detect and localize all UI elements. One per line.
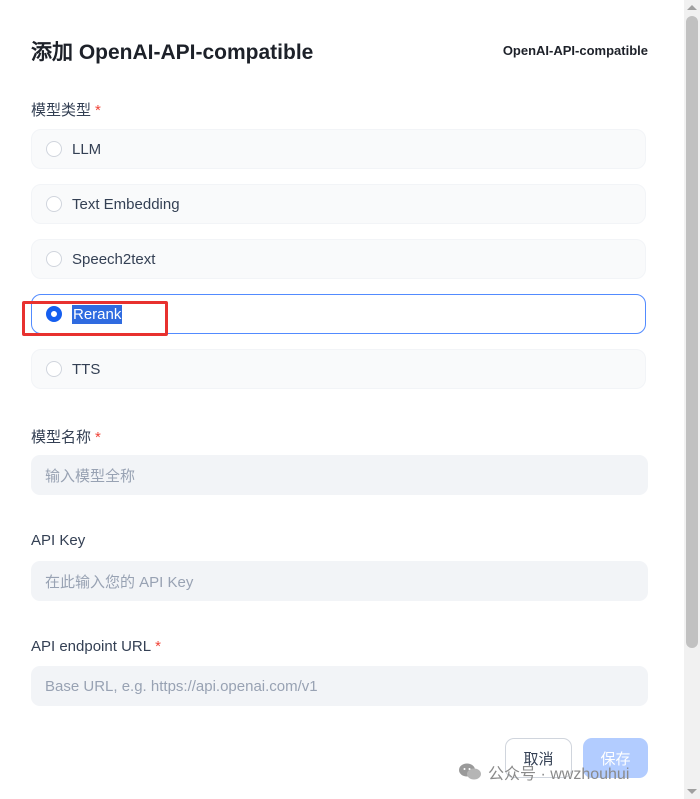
radio-circle-icon: [46, 361, 62, 377]
api-key-placeholder: 在此输入您的 API Key: [45, 573, 194, 591]
annotation-highlight-box: [22, 301, 168, 336]
scrollbar-thumb[interactable]: [686, 16, 698, 648]
wechat-icon: [459, 763, 481, 780]
watermark-text: 公众号 · wwzhouhui: [488, 766, 630, 783]
watermark: 公众号 · wwzhouhui: [458, 760, 629, 784]
radio-option-speech2text[interactable]: Speech2text: [31, 239, 646, 279]
add-model-dialog: 添加 OpenAI-API-compatible OpenAI-API-comp…: [0, 0, 684, 799]
endpoint-url-label: API endpoint URL *: [31, 638, 161, 655]
radio-option-label: Speech2text: [72, 251, 156, 268]
required-mark: *: [95, 429, 101, 446]
model-name-placeholder: 输入模型全称: [45, 467, 136, 485]
radio-option-label: Text Embedding: [72, 196, 180, 213]
api-key-input[interactable]: 在此输入您的 API Key: [31, 561, 648, 601]
model-name-input[interactable]: 输入模型全称: [31, 455, 648, 495]
api-key-label: API Key: [31, 532, 85, 549]
radio-circle-icon: [46, 196, 62, 212]
vertical-scrollbar[interactable]: [684, 0, 700, 799]
dialog-title: 添加 OpenAI-API-compatible: [31, 41, 314, 64]
radio-circle-icon: [46, 141, 62, 157]
required-mark: *: [95, 102, 101, 119]
model-name-label: 模型名称 *: [31, 426, 101, 447]
model-type-label-text: 模型类型: [31, 102, 92, 119]
endpoint-url-label-text: API endpoint URL: [31, 638, 152, 655]
endpoint-url-placeholder: Base URL, e.g. https://api.openai.com/v1: [45, 677, 318, 695]
radio-option-text-embedding[interactable]: Text Embedding: [31, 184, 646, 224]
api-key-label-text: API Key: [31, 532, 86, 549]
model-name-label-text: 模型名称: [31, 429, 92, 446]
scroll-down-arrow-icon[interactable]: [687, 789, 697, 794]
radio-circle-icon: [46, 251, 62, 267]
model-type-label: 模型类型 *: [31, 99, 101, 120]
provider-name: OpenAI-API-compatible: [502, 43, 648, 58]
radio-option-llm[interactable]: LLM: [31, 129, 646, 169]
required-mark: *: [155, 638, 161, 655]
radio-option-label: TTS: [72, 361, 101, 378]
scroll-up-arrow-icon[interactable]: [687, 5, 697, 10]
radio-option-label: LLM: [72, 141, 102, 158]
radio-option-tts[interactable]: TTS: [31, 349, 646, 389]
endpoint-url-input[interactable]: Base URL, e.g. https://api.openai.com/v1: [31, 666, 648, 706]
